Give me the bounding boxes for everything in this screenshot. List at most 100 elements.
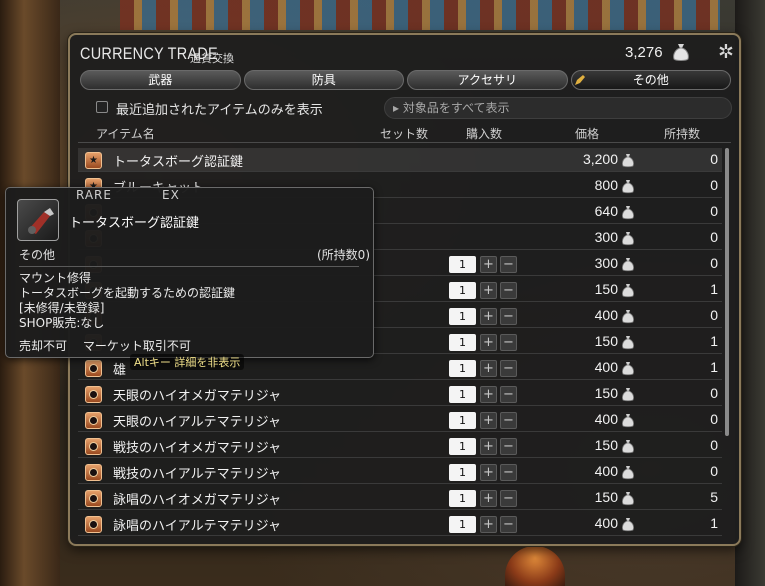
list-item[interactable]: 戦技のハイアルテマテリジャ 1 + − 400 0: [78, 460, 722, 484]
column-header: アイテム名 セット数 購入数 価格 所持数: [78, 123, 731, 143]
item-price: 300: [594, 255, 618, 271]
background-tent: [120, 0, 720, 30]
increment-button[interactable]: +: [480, 464, 497, 481]
pencil-icon: [574, 75, 585, 85]
quantity-input[interactable]: 1: [449, 360, 476, 377]
tab-label: 防具: [311, 73, 336, 87]
increment-button[interactable]: +: [480, 386, 497, 403]
gil-bag-icon: [673, 44, 689, 61]
decrement-button[interactable]: −: [500, 386, 517, 403]
col-set-count: セット数: [380, 127, 429, 141]
quantity-input[interactable]: 1: [449, 464, 476, 481]
scrollbar[interactable]: [725, 148, 729, 436]
increment-button[interactable]: +: [480, 490, 497, 507]
owned-count: 0: [710, 463, 718, 479]
increment-button[interactable]: +: [480, 334, 497, 351]
quantity-input[interactable]: 1: [449, 516, 476, 533]
owned-count: 0: [710, 151, 718, 167]
materia-icon: [85, 490, 102, 507]
desc-line: [未修得/未登録]: [19, 301, 105, 315]
currency-icon: [622, 258, 634, 272]
list-item[interactable]: 詠唱のハイアルテマテリジャ 1 + −400 1: [78, 512, 722, 536]
trade-flag: 売却不可: [19, 339, 68, 353]
decrement-button[interactable]: −: [500, 334, 517, 351]
currency-icon: [622, 284, 634, 298]
close-icon[interactable]: ✲: [715, 41, 737, 63]
recent-items-checkbox[interactable]: [96, 101, 108, 113]
tooltip-category: その他: [19, 248, 56, 262]
currency-icon: [622, 518, 634, 532]
gil-amount: 3,276: [625, 44, 663, 61]
decrement-button[interactable]: −: [500, 490, 517, 507]
star-item-icon: ★: [85, 152, 102, 169]
owned-count: 0: [710, 411, 718, 427]
quantity-input[interactable]: 1: [449, 308, 476, 325]
decrement-button[interactable]: −: [500, 516, 517, 533]
increment-button[interactable]: +: [480, 438, 497, 455]
quantity-input[interactable]: 1: [449, 282, 476, 299]
item-icon: [17, 199, 59, 241]
owned-count: 0: [710, 385, 718, 401]
item-price: 150: [594, 489, 618, 505]
tab-weapons[interactable]: 武器: [80, 70, 241, 90]
alt-key-hint: Altキー 詳細を非表示: [130, 354, 245, 370]
list-item[interactable]: ★ トータスボーグ認証鍵 3,200 0: [78, 148, 722, 172]
quantity-input[interactable]: 1: [449, 256, 476, 273]
item-price: 300: [594, 229, 618, 245]
increment-button[interactable]: +: [480, 412, 497, 429]
recent-items-label[interactable]: 最近追加されたアイテムのみを表示: [116, 99, 323, 118]
increment-button[interactable]: +: [480, 256, 497, 273]
materia-icon: [85, 412, 102, 429]
tab-other[interactable]: その他: [570, 70, 731, 90]
owned-count: 0: [710, 177, 718, 193]
materia-icon: [85, 464, 102, 481]
owned-count: 1: [710, 515, 718, 531]
item-price: 400: [594, 515, 618, 531]
decrement-button[interactable]: −: [500, 308, 517, 325]
decrement-button[interactable]: −: [500, 438, 517, 455]
increment-button[interactable]: +: [480, 308, 497, 325]
increment-button[interactable]: +: [480, 360, 497, 377]
tab-label: その他: [632, 73, 669, 87]
ex-tag: EX: [162, 188, 180, 202]
item-price: 400: [594, 463, 618, 479]
materia-icon: [85, 386, 102, 403]
decrement-button[interactable]: −: [500, 412, 517, 429]
list-item[interactable]: 詠唱のハイオメガマテリジャ 1 + − 150 5: [78, 486, 722, 510]
item-tooltip: RARE EX トータスボーグ認証鍵 その他 (所持数0) マウント修得 トータ…: [5, 187, 374, 358]
item-name: 戦技のハイオメガマテリジャ: [113, 441, 282, 456]
currency-icon: [622, 492, 634, 506]
currency-icon: [622, 206, 634, 220]
decrement-button[interactable]: −: [500, 464, 517, 481]
divider: [19, 266, 359, 267]
list-item[interactable]: 戦技のハイオメガマテリジャ 1 + − 150 0: [78, 434, 722, 458]
quantity-input[interactable]: 1: [449, 386, 476, 403]
item-name: 詠唱のハイアルテマテリジャ: [113, 519, 281, 534]
decrement-button[interactable]: −: [500, 256, 517, 273]
materia-icon: [85, 360, 102, 377]
decrement-button[interactable]: −: [500, 360, 517, 377]
increment-button[interactable]: +: [480, 282, 497, 299]
list-item[interactable]: 天眼のハイアルテマテリジャ 1 + − 400 0: [78, 408, 722, 432]
currency-icon: [622, 336, 634, 350]
tab-armor[interactable]: 防具: [243, 70, 404, 90]
decrement-button[interactable]: −: [500, 282, 517, 299]
rare-tag: RARE: [76, 188, 112, 202]
quantity-input[interactable]: 1: [449, 490, 476, 507]
owned-count: 1: [710, 333, 718, 349]
quantity-input[interactable]: 1: [449, 334, 476, 351]
quantity-input[interactable]: 1: [449, 412, 476, 429]
owned-count: 0: [710, 255, 718, 271]
trade-flag: マーケット取引不可: [82, 339, 191, 353]
tooltip-trade-info: 売却不可 マーケット取引不可: [19, 337, 203, 354]
tab-accessories[interactable]: アクセサリ: [407, 70, 568, 90]
desc-line: トータスボーグを起動するための認証鍵: [19, 286, 236, 300]
quantity-input[interactable]: 1: [449, 438, 476, 455]
background-lamp: [505, 546, 565, 586]
target-items-dropdown[interactable]: ▸ 対象品をすべて表示: [384, 97, 732, 119]
key-icon: [28, 208, 54, 234]
list-item[interactable]: 天眼のハイオメガマテリジャ 1 + − 150 0: [78, 382, 722, 406]
titlebar[interactable]: CURRENCY TRADE 通貨交換 3,276 ✲: [70, 35, 739, 69]
item-name: 戦技のハイアルテマテリジャ: [113, 467, 281, 482]
increment-button[interactable]: +: [480, 516, 497, 533]
